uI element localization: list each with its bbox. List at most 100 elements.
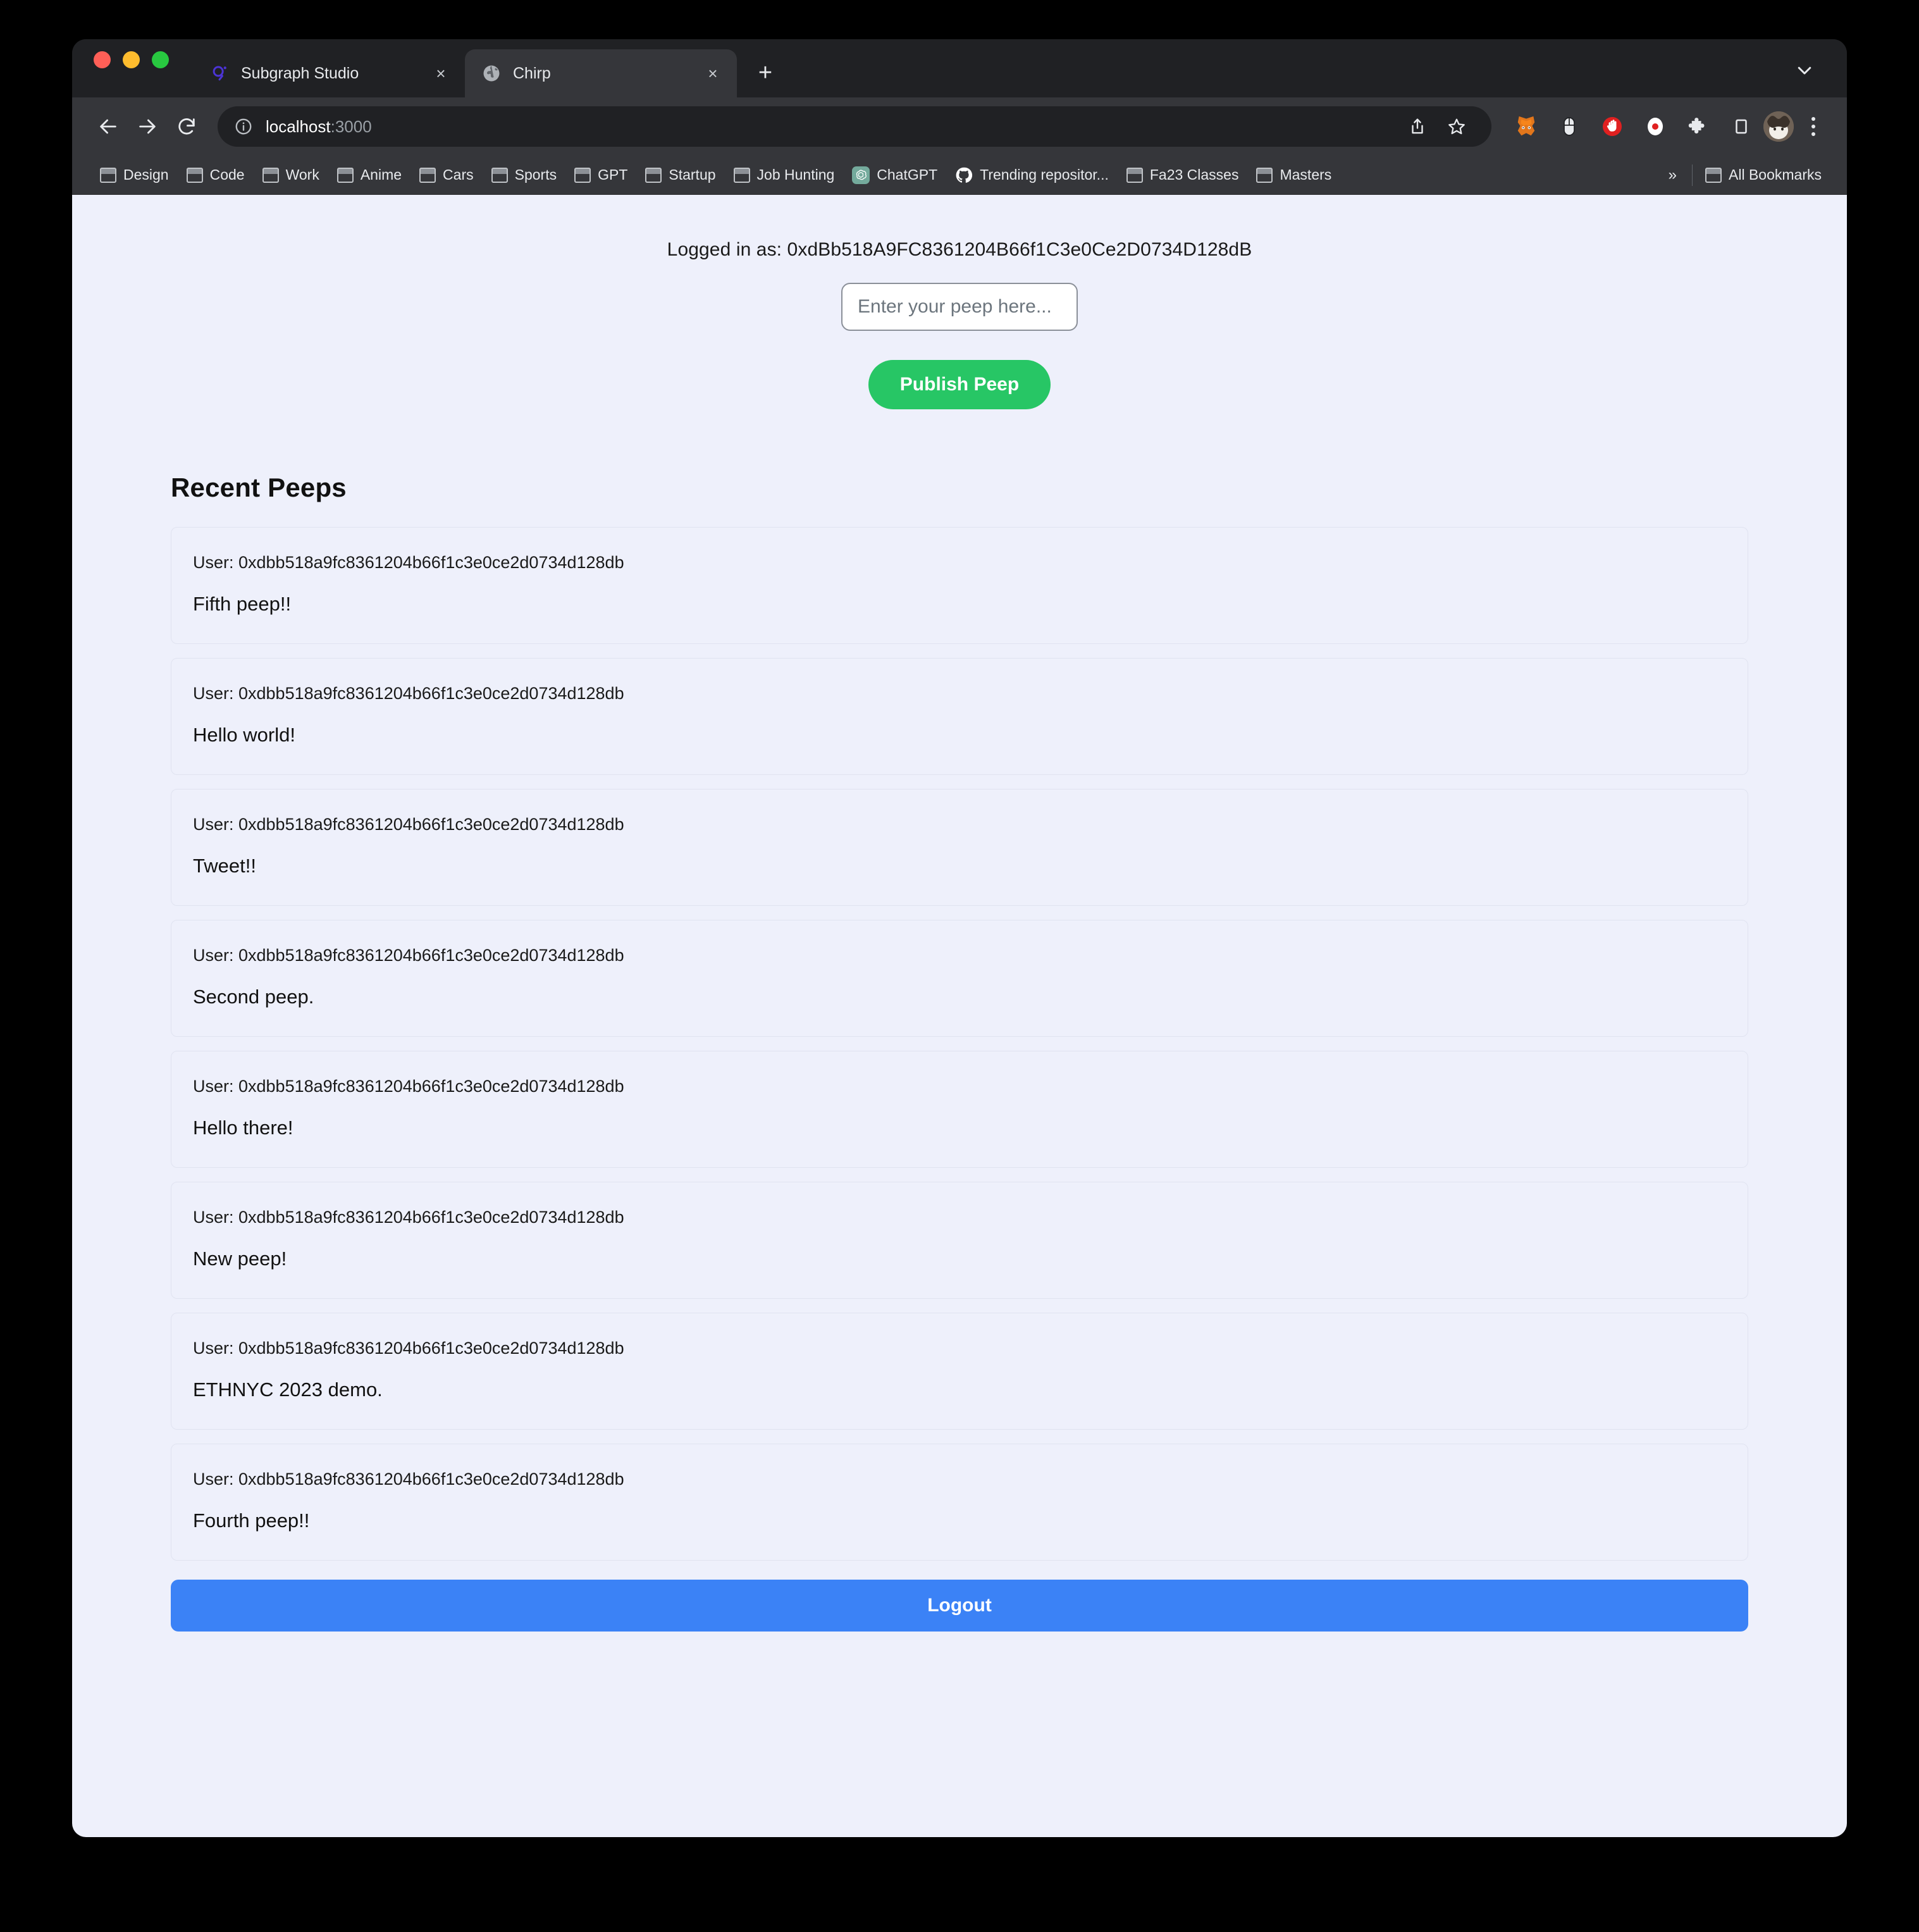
tab-chirp[interactable]: Chirp × [465, 49, 737, 97]
tab-title: Subgraph Studio [241, 64, 359, 82]
peep-user: User: 0xdbb518a9fc8361204b66f1c3e0ce2d07… [193, 815, 624, 834]
peep-user: User: 0xdbb518a9fc8361204b66f1c3e0ce2d07… [193, 553, 624, 572]
bookmark-label: Work [285, 166, 319, 183]
folder-icon [186, 167, 203, 183]
folder-icon [491, 167, 508, 183]
profile-avatar[interactable] [1763, 111, 1794, 142]
list-item: User: 0xdbb518a9fc8361204b66f1c3e0ce2d07… [171, 920, 1748, 1037]
bookmark-anime[interactable]: Anime [328, 160, 410, 190]
bookmarks-bar: Design Code Work Anime Cars Sports GPT S… [72, 156, 1847, 195]
bookmark-job-hunting[interactable]: Job Hunting [725, 160, 844, 190]
peep-text: Fifth peep!! [193, 593, 292, 615]
info-circle-icon[interactable] [234, 117, 253, 136]
bookmark-trending-repositories[interactable]: Trending repositor... [946, 160, 1118, 190]
bookmarks-overflow-button[interactable]: » [1657, 166, 1688, 184]
list-item: User: 0xdbb518a9fc8361204b66f1c3e0ce2d07… [171, 1182, 1748, 1299]
chatgpt-icon [852, 166, 870, 184]
github-icon [955, 166, 973, 184]
peep-user: User: 0xdbb518a9fc8361204b66f1c3e0ce2d07… [193, 1470, 624, 1489]
tab-list: Subgraph Studio × Chirp × + [193, 49, 784, 97]
side-panel-icon[interactable] [1723, 108, 1760, 145]
forward-button[interactable] [128, 107, 167, 146]
mouse-icon[interactable] [1551, 108, 1588, 145]
bookmark-label: Anime [360, 166, 402, 183]
folder-icon [100, 167, 116, 183]
address-bar[interactable]: localhost:3000 [218, 106, 1491, 147]
logout-button[interactable]: Logout [171, 1580, 1748, 1632]
close-icon[interactable]: × [431, 63, 451, 84]
bookmark-cars[interactable]: Cars [410, 160, 483, 190]
folder-icon [733, 167, 750, 183]
star-icon[interactable] [1438, 108, 1475, 145]
all-bookmarks-label: All Bookmarks [1729, 166, 1822, 183]
folder-icon [1705, 167, 1722, 183]
page-viewport: Logged in as: 0xdBb518A9FC8361204B66f1C3… [72, 195, 1847, 1837]
share-icon[interactable] [1399, 108, 1436, 145]
peep-user: User: 0xdbb518a9fc8361204b66f1c3e0ce2d07… [193, 1339, 624, 1358]
tab-title: Chirp [513, 64, 551, 82]
omnibox-port: :3000 [330, 116, 372, 136]
bookmark-label: Code [209, 166, 245, 183]
reload-button[interactable] [167, 107, 206, 146]
list-item: User: 0xdbb518a9fc8361204b66f1c3e0ce2d07… [171, 789, 1748, 906]
peep-input[interactable] [841, 283, 1078, 331]
bookmark-label: Cars [443, 166, 474, 183]
bookmark-sports[interactable]: Sports [483, 160, 565, 190]
window-controls [94, 39, 169, 97]
ublock-origin-icon[interactable] [1594, 108, 1631, 145]
extensions-puzzle-icon[interactable] [1680, 108, 1717, 145]
peep-text: Hello there! [193, 1117, 293, 1139]
back-button[interactable] [89, 107, 128, 146]
peep-text: Second peep. [193, 986, 314, 1008]
screen-recorder-icon[interactable] [1637, 108, 1674, 145]
maximize-window-button[interactable] [152, 51, 169, 68]
peep-text: Fourth peep!! [193, 1509, 310, 1532]
folder-icon [574, 167, 591, 183]
metamask-icon[interactable] [1508, 108, 1545, 145]
omnibox-host: localhost [266, 116, 331, 136]
folder-icon [1126, 167, 1143, 183]
list-item: User: 0xdbb518a9fc8361204b66f1c3e0ce2d07… [171, 1313, 1748, 1430]
bookmark-label: Job Hunting [756, 166, 835, 183]
omnibox-actions [1399, 108, 1475, 145]
bookmark-label: Design [123, 166, 169, 183]
globe-icon [481, 63, 502, 84]
bookmark-fa23-classes[interactable]: Fa23 Classes [1118, 160, 1248, 190]
peep-text: ETHNYC 2023 demo. [193, 1378, 383, 1401]
bookmark-chatgpt[interactable]: ChatGPT [843, 160, 946, 190]
three-dot-menu-icon[interactable] [1798, 108, 1829, 145]
tab-strip: Subgraph Studio × Chirp × + [72, 39, 1847, 97]
tab-subgraph-studio[interactable]: Subgraph Studio × [193, 49, 465, 97]
bookmark-design[interactable]: Design [91, 160, 178, 190]
list-item: User: 0xdbb518a9fc8361204b66f1c3e0ce2d07… [171, 1051, 1748, 1168]
publish-peep-button[interactable]: Publish Peep [868, 360, 1051, 409]
browser-window: Subgraph Studio × Chirp × + localhost:30… [72, 39, 1847, 1837]
minimize-window-button[interactable] [123, 51, 140, 68]
logged-in-status: Logged in as: 0xdBb518A9FC8361204B66f1C3… [667, 239, 1252, 260]
browser-toolbar: localhost:3000 [72, 97, 1847, 156]
bookmarks-divider [1692, 164, 1693, 186]
bookmark-label: Sports [514, 166, 557, 183]
bookmark-label: Startup [669, 166, 716, 183]
bookmark-startup[interactable]: Startup [636, 160, 724, 190]
bookmark-gpt[interactable]: GPT [565, 160, 636, 190]
bookmark-work[interactable]: Work [254, 160, 328, 190]
peep-text: Tweet!! [193, 855, 256, 877]
bookmark-label: ChatGPT [877, 166, 938, 183]
bookmark-label: GPT [598, 166, 628, 183]
close-window-button[interactable] [94, 51, 111, 68]
close-icon[interactable]: × [703, 63, 723, 84]
page-title: Recent Peeps [171, 473, 347, 502]
extension-icons [1499, 108, 1760, 145]
all-bookmarks-button[interactable]: All Bookmarks [1696, 160, 1830, 190]
peep-user: User: 0xdbb518a9fc8361204b66f1c3e0ce2d07… [193, 1208, 624, 1227]
new-tab-button[interactable]: + [747, 54, 784, 91]
peep-text: Hello world! [193, 724, 295, 746]
bookmark-masters[interactable]: Masters [1247, 160, 1340, 190]
chevron-down-icon[interactable] [1789, 54, 1820, 86]
address-bar-text: localhost:3000 [266, 117, 372, 137]
bookmark-label: Fa23 Classes [1149, 166, 1239, 183]
folder-icon [419, 167, 436, 183]
chirp-app: Logged in as: 0xdBb518A9FC8361204B66f1C3… [72, 195, 1847, 1632]
bookmark-code[interactable]: Code [178, 160, 254, 190]
